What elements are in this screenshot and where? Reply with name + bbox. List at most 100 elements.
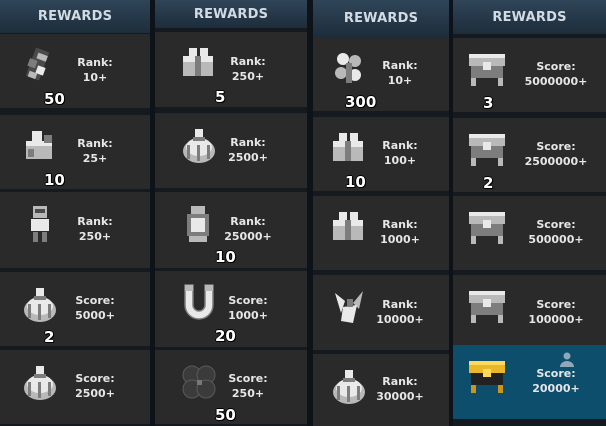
reward-row[interactable]: Rank: 30000+ — [313, 354, 449, 426]
requirement-value: 10+ — [82, 71, 108, 84]
dome-relic-icon — [18, 360, 62, 408]
requirement-value: 2500+ — [228, 150, 268, 164]
requirement-value: 250+ — [231, 69, 265, 83]
rewards-column: REWARDS 5 Rank: 250+ Rank: 2500+ 10 Rank: 250… — [155, 0, 307, 426]
reward-requirement: Rank: 250+ — [60, 214, 130, 244]
reward-row[interactable]: 50 Score: 250+ — [155, 350, 307, 424]
requirement-value: 100000+ — [528, 312, 584, 326]
reward-row[interactable]: Rank: 10000+ — [313, 275, 449, 350]
reward-requirement: Rank: 2500+ — [213, 135, 283, 165]
rewards-column: REWARDS 3 Score: 5000000+ 2 Score: 2500000+ … — [453, 0, 606, 426]
reward-row[interactable]: 2 Score: 2500000+ — [453, 118, 606, 192]
reward-row[interactable]: 3 Score: 5000000+ — [453, 38, 606, 112]
reward-requirement: Rank: 25000+ — [213, 214, 283, 244]
requirement-label: Score: — [75, 372, 115, 385]
requirement-value: 5000000+ — [524, 75, 588, 88]
requirement-label: Rank: — [382, 139, 418, 152]
reward-requirement: Rank: 250+ — [213, 54, 283, 84]
requirement-value: 2500+ — [75, 387, 115, 400]
requirement-value: 250+ — [78, 230, 112, 243]
reward-row[interactable]: 5 Rank: 250+ — [155, 32, 307, 107]
reward-quantity: 10 — [345, 173, 366, 191]
reward-row[interactable]: 10 Rank: 25+ — [0, 115, 150, 189]
reward-row[interactable]: Rank: 2500+ — [155, 113, 307, 188]
requirement-label: Rank: — [77, 137, 113, 150]
requirement-label: Score: — [536, 218, 576, 231]
reward-requirement: Rank: 10000+ — [365, 297, 435, 327]
reward-quantity: 20 — [215, 327, 236, 345]
reward-row[interactable]: 20 Score: 1000+ — [155, 271, 307, 347]
reward-quantity: 50 — [44, 90, 65, 108]
reward-requirement: Rank: 10+ — [365, 58, 435, 88]
rewards-header: REWARDS — [155, 0, 307, 28]
requirement-value: 25000+ — [224, 230, 272, 243]
gold-chest-icon — [465, 353, 509, 401]
requirement-label: Rank: — [382, 297, 418, 311]
requirement-label: Rank: — [230, 54, 266, 68]
reward-row[interactable]: Score: 500000+ — [453, 196, 606, 270]
armor-figure-icon — [18, 202, 62, 250]
chest-icon — [465, 204, 509, 252]
reward-row[interactable]: Rank: 1000+ — [313, 196, 449, 270]
reward-row[interactable]: 2 Score: 5000+ — [0, 272, 150, 346]
requirement-value: 10000+ — [376, 312, 424, 326]
reward-row[interactable]: 50 Rank: 10+ — [0, 34, 150, 108]
rewards-column: REWARDS 50 Rank: 10+ 10 Rank: 25+ Rank: 250+ … — [0, 0, 150, 426]
requirement-label: Score: — [536, 367, 576, 380]
requirement-label: Score: — [536, 297, 576, 311]
reward-requirement: Rank: 100+ — [365, 138, 435, 168]
requirement-label: Rank: — [382, 218, 418, 231]
reward-quantity: 3 — [483, 94, 494, 112]
reward-row-current[interactable]: Score: 20000+ — [453, 345, 606, 419]
requirement-label: Rank: — [77, 56, 113, 69]
requirement-value: 500000+ — [528, 233, 584, 246]
reward-requirement: Rank: 1000+ — [365, 217, 435, 247]
requirement-value: 25+ — [82, 152, 108, 165]
reward-quantity: 50 — [215, 406, 236, 424]
reward-row[interactable]: Score: 2500+ — [0, 350, 150, 424]
requirement-label: Score: — [228, 372, 268, 385]
chest-icon — [465, 283, 509, 331]
player-icon — [559, 351, 575, 367]
requirement-value: 2500000+ — [524, 155, 588, 168]
requirement-label: Rank: — [230, 135, 266, 149]
requirement-label: Score: — [75, 294, 115, 307]
reward-row[interactable]: Rank: 250+ — [0, 192, 150, 268]
token-icon — [18, 44, 62, 92]
requirement-label: Rank: — [77, 215, 113, 228]
dome-relic-icon — [18, 282, 62, 330]
reward-quantity: 10 — [215, 248, 236, 266]
reward-row[interactable]: Score: 100000+ — [453, 275, 606, 350]
reward-requirement: Score: 2500000+ — [521, 139, 591, 169]
reward-requirement: Score: 5000000+ — [521, 59, 591, 89]
reward-row[interactable]: 300 Rank: 10+ — [313, 37, 449, 111]
reward-requirement: Rank: 25+ — [60, 136, 130, 166]
requirement-value: 1000+ — [228, 309, 268, 322]
reward-row[interactable]: 10 Rank: 100+ — [313, 117, 449, 191]
reward-quantity: 10 — [44, 171, 65, 189]
requirement-label: Rank: — [382, 59, 418, 72]
requirement-value: 30000+ — [376, 390, 424, 403]
rewards-column: REWARDS 300 Rank: 10+ 10 Rank: 100+ Rank: 100… — [313, 0, 449, 426]
reward-requirement: Rank: 30000+ — [365, 374, 435, 404]
reward-requirement: Score: 500000+ — [521, 217, 591, 247]
requirement-label: Rank: — [382, 375, 418, 388]
requirement-label: Score: — [536, 60, 576, 73]
requirement-value: 10+ — [387, 74, 413, 87]
reward-row[interactable]: 10 Rank: 25000+ — [155, 192, 307, 268]
reward-requirement: Score: 100000+ — [521, 297, 591, 327]
reward-quantity: 5 — [215, 88, 226, 106]
reward-quantity: 300 — [345, 93, 377, 111]
chest-icon — [465, 126, 509, 174]
reward-quantity: 2 — [483, 174, 494, 192]
reward-requirement: Score: 5000+ — [60, 293, 130, 323]
requirement-label: Rank: — [230, 215, 266, 228]
chest-icon — [465, 46, 509, 94]
reward-requirement: Score: 20000+ — [521, 366, 591, 396]
requirement-value: 5000+ — [75, 309, 115, 322]
requirement-value: 1000+ — [380, 233, 420, 246]
reward-requirement: Score: 250+ — [213, 371, 283, 401]
crystal-box-icon — [18, 125, 62, 173]
requirement-label: Score: — [536, 140, 576, 153]
requirement-value: 100+ — [383, 154, 417, 167]
